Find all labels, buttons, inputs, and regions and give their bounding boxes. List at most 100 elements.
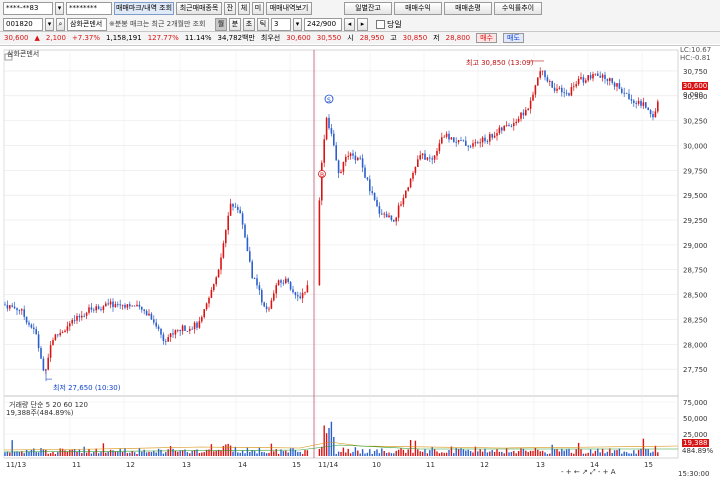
- candle-body: [342, 161, 345, 172]
- volume-tick-label: 25,000: [683, 431, 708, 439]
- candle-body: [78, 315, 81, 318]
- volume-bar: [232, 451, 234, 456]
- candle-body: [251, 261, 253, 279]
- candle-body: [565, 92, 568, 94]
- prev-button[interactable]: ◂: [344, 17, 355, 31]
- search-button[interactable]: ⌕: [56, 17, 65, 31]
- next-button[interactable]: ▸: [357, 17, 368, 31]
- volume-bar: [289, 448, 292, 456]
- volume-bar: [421, 451, 424, 456]
- quote-bid: 30,550: [316, 34, 342, 42]
- candle-body: [215, 277, 217, 285]
- candle-body: [337, 160, 340, 174]
- candle-body: [270, 300, 273, 309]
- period-value: 3: [274, 20, 279, 28]
- volume-bar: [613, 450, 616, 456]
- code-field[interactable]: 001820: [3, 17, 43, 31]
- candle-body: [184, 325, 186, 331]
- volume-bar: [258, 447, 261, 456]
- volume-bar: [525, 450, 527, 456]
- account-dropdown-button[interactable]: ▾: [55, 1, 64, 15]
- volume-bar: [568, 448, 570, 456]
- volume-bar: [431, 446, 433, 456]
- period-month-button[interactable]: 월: [215, 17, 227, 31]
- candle-body: [64, 330, 66, 333]
- tab-history[interactable]: 매매내역보기: [266, 1, 312, 15]
- period-minute-button[interactable]: 분: [229, 17, 241, 31]
- volume-bar: [402, 449, 405, 456]
- trade-review-button[interactable]: 매매손평: [444, 1, 492, 15]
- today-checkbox[interactable]: [376, 19, 385, 29]
- che-button[interactable]: 체: [238, 1, 250, 15]
- candle-body: [539, 71, 541, 78]
- candle-body: [71, 320, 73, 324]
- candle-body: [169, 333, 172, 338]
- volume-bar: [429, 450, 431, 456]
- candle-body: [304, 292, 306, 294]
- volume-bar: [400, 448, 402, 456]
- candle-body: [333, 133, 335, 146]
- candle-body: [189, 328, 191, 331]
- volume-bar: [73, 449, 76, 456]
- candle-body: [126, 304, 129, 308]
- profit-button[interactable]: 매매수익: [394, 1, 442, 15]
- candle-body: [625, 92, 628, 94]
- candle-body: [141, 306, 143, 310]
- candle-body: [282, 282, 285, 284]
- candle-body: [124, 304, 126, 308]
- candle-body: [402, 197, 405, 205]
- return-trend-button[interactable]: 수익률추이: [494, 1, 542, 15]
- tab-recent[interactable]: 최근매매종목: [176, 1, 222, 15]
- period-tick-button[interactable]: 틱: [257, 17, 269, 31]
- volume-bar: [198, 452, 201, 456]
- volume-bar: [563, 450, 565, 456]
- quote-vol-ratio: 127.77%: [147, 34, 179, 42]
- y-tick-label: 29,250: [683, 217, 708, 225]
- candle-body: [585, 80, 587, 83]
- volume-bar: [174, 450, 177, 456]
- volume-bar: [265, 453, 268, 456]
- candle-body: [145, 310, 148, 316]
- quote-low-label: 저: [433, 34, 440, 42]
- candle-body: [424, 153, 426, 160]
- volume-bar: [97, 453, 100, 456]
- volume-bar: [592, 453, 594, 456]
- period-dropdown-button[interactable]: ▾: [293, 17, 302, 31]
- quote-price: 30,600: [4, 34, 29, 42]
- volume-bar: [498, 451, 501, 456]
- candle-body: [393, 219, 395, 222]
- candle-body: [373, 192, 376, 200]
- mi-button[interactable]: 미: [252, 1, 264, 15]
- candle-body: [292, 289, 294, 293]
- buy-button[interactable]: 매수: [476, 33, 497, 43]
- volume-bar: [57, 451, 59, 456]
- period-second-button[interactable]: 초: [243, 17, 255, 31]
- candle-body: [580, 77, 582, 79]
- candle-body: [520, 112, 522, 119]
- jan-button[interactable]: 잔: [224, 1, 236, 15]
- volume-bar: [244, 453, 246, 456]
- y-tick-label: 28,000: [683, 341, 708, 349]
- tab-watch[interactable]: 매매마크/내역 조회: [114, 1, 174, 15]
- price-chart[interactable]: 30,75030,50030,25030,00029,75029,50029,2…: [0, 46, 720, 481]
- daily-balance-button[interactable]: 일별잔고: [344, 1, 392, 15]
- code-dropdown-button[interactable]: ▾: [45, 17, 54, 31]
- password-field[interactable]: ********: [66, 1, 112, 15]
- volume-bar: [433, 449, 436, 456]
- candle-body: [361, 158, 364, 168]
- account-field[interactable]: ****-**83: [3, 1, 53, 15]
- candle-body: [388, 215, 390, 218]
- candle-body: [275, 285, 277, 294]
- volume-bar: [472, 452, 474, 456]
- y-tick-label: 28,500: [683, 292, 708, 300]
- volume-bar: [66, 451, 69, 456]
- period-value-field[interactable]: 3: [271, 17, 291, 31]
- volume-bar: [30, 449, 33, 456]
- note-text: ※분봉 매크는 최근 2개월만 조회: [109, 20, 206, 28]
- candle-body: [261, 290, 263, 303]
- chart-area[interactable]: 30,750 30,500 30,250 30,000 29,750 29,500 29,2…: [0, 45, 720, 480]
- candle-body: [289, 282, 292, 290]
- sell-button[interactable]: 매도: [503, 33, 524, 43]
- volume-bar: [424, 449, 426, 456]
- chart-controls[interactable]: - + ← ↗ ⤢ - + A: [561, 468, 615, 477]
